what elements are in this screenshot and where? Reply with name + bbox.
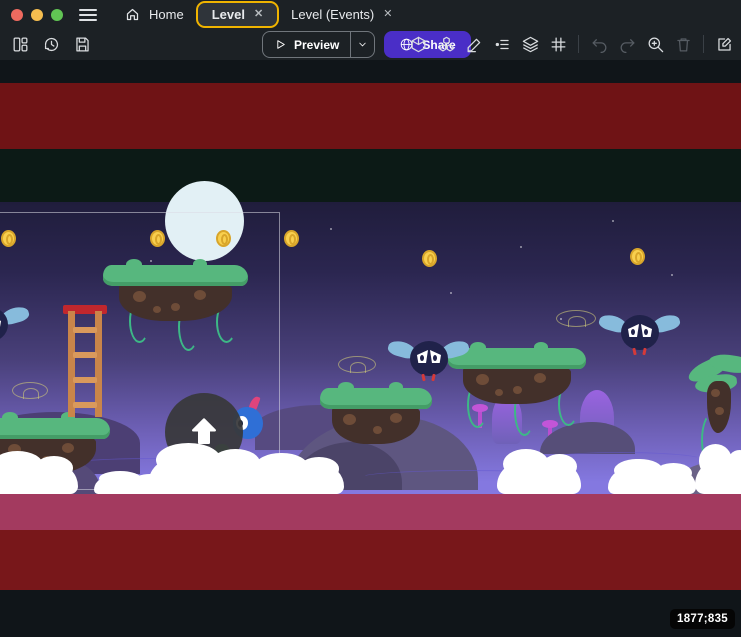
toolbar-right-group: [406, 32, 736, 56]
dark-band: [0, 149, 741, 202]
save-icon[interactable]: [70, 32, 94, 56]
tab-label: Level: [212, 7, 245, 22]
star: [330, 228, 332, 230]
toolbar: Preview Share: [0, 29, 741, 60]
coin-object[interactable]: [630, 248, 645, 265]
enemy-fly-object[interactable]: [621, 315, 659, 350]
tab-label: Level (Events): [291, 7, 374, 22]
star: [671, 274, 673, 276]
minimize-window-button[interactable]: [31, 9, 43, 21]
floating-platform-object[interactable]: [320, 388, 432, 448]
cloud: [608, 469, 696, 494]
play-icon: [274, 38, 287, 51]
traffic-lights: [11, 9, 63, 21]
cursor-coordinates-badge: 1877;835: [670, 609, 735, 629]
tab-bar: Home Level ✕ Level (Events) ✕: [111, 0, 406, 29]
toolbar-left-group: [8, 32, 94, 56]
app-window: Home Level ✕ Level (Events) ✕: [0, 0, 741, 637]
toolbar-separator: [703, 35, 704, 53]
preview-label: Preview: [294, 38, 339, 52]
tab-label: Home: [149, 7, 184, 22]
layers-icon[interactable]: [518, 32, 542, 56]
star: [612, 220, 614, 222]
cloud: [0, 464, 78, 494]
pink-ground-object[interactable]: [0, 494, 741, 530]
star: [520, 246, 522, 248]
history-icon[interactable]: [39, 32, 63, 56]
close-tab-icon[interactable]: ✕: [254, 9, 263, 20]
cube-3d-icon[interactable]: [406, 32, 430, 56]
sketch-outline-object[interactable]: [338, 356, 376, 373]
floating-platform-object[interactable]: [448, 348, 586, 436]
undo-icon[interactable]: [587, 32, 611, 56]
tab-level-events[interactable]: Level (Events) ✕: [277, 0, 406, 29]
hamburger-menu-icon[interactable]: [79, 9, 97, 21]
editor-background: [0, 590, 741, 637]
cloud: [248, 465, 344, 494]
redo-icon[interactable]: [615, 32, 639, 56]
sketch-outline-object[interactable]: [556, 310, 596, 327]
close-window-button[interactable]: [11, 9, 23, 21]
star: [450, 292, 452, 294]
maximize-window-button[interactable]: [51, 9, 63, 21]
pencil-icon[interactable]: [462, 32, 486, 56]
project-manager-icon[interactable]: [8, 32, 32, 56]
objects-icon[interactable]: [434, 32, 458, 56]
scene-editor-canvas[interactable]: 1877;835: [0, 60, 741, 637]
cloud: [695, 459, 741, 494]
preview-button-main[interactable]: Preview: [263, 38, 350, 52]
titlebar: Home Level ✕ Level (Events) ✕: [0, 0, 741, 29]
coin-object[interactable]: [422, 250, 437, 267]
grid-icon[interactable]: [546, 32, 570, 56]
coin-object[interactable]: [284, 230, 299, 247]
preview-dropdown-button[interactable]: [350, 32, 374, 57]
edit-properties-icon[interactable]: [712, 32, 736, 56]
toolbar-separator: [578, 35, 579, 53]
cloud: [497, 462, 581, 494]
tab-home[interactable]: Home: [111, 0, 198, 29]
chevron-down-icon: [357, 39, 368, 50]
home-icon: [125, 7, 140, 22]
zoom-in-icon[interactable]: [643, 32, 667, 56]
trash-icon[interactable]: [671, 32, 695, 56]
enemy-fly-object[interactable]: [410, 341, 448, 376]
close-tab-icon[interactable]: ✕: [383, 9, 392, 20]
red-ground-object-bottom[interactable]: [0, 530, 741, 590]
tab-level[interactable]: Level ✕: [198, 3, 277, 26]
preview-button[interactable]: Preview: [262, 31, 375, 58]
instances-list-icon[interactable]: [490, 32, 514, 56]
red-ground-object-top[interactable]: [0, 83, 741, 149]
